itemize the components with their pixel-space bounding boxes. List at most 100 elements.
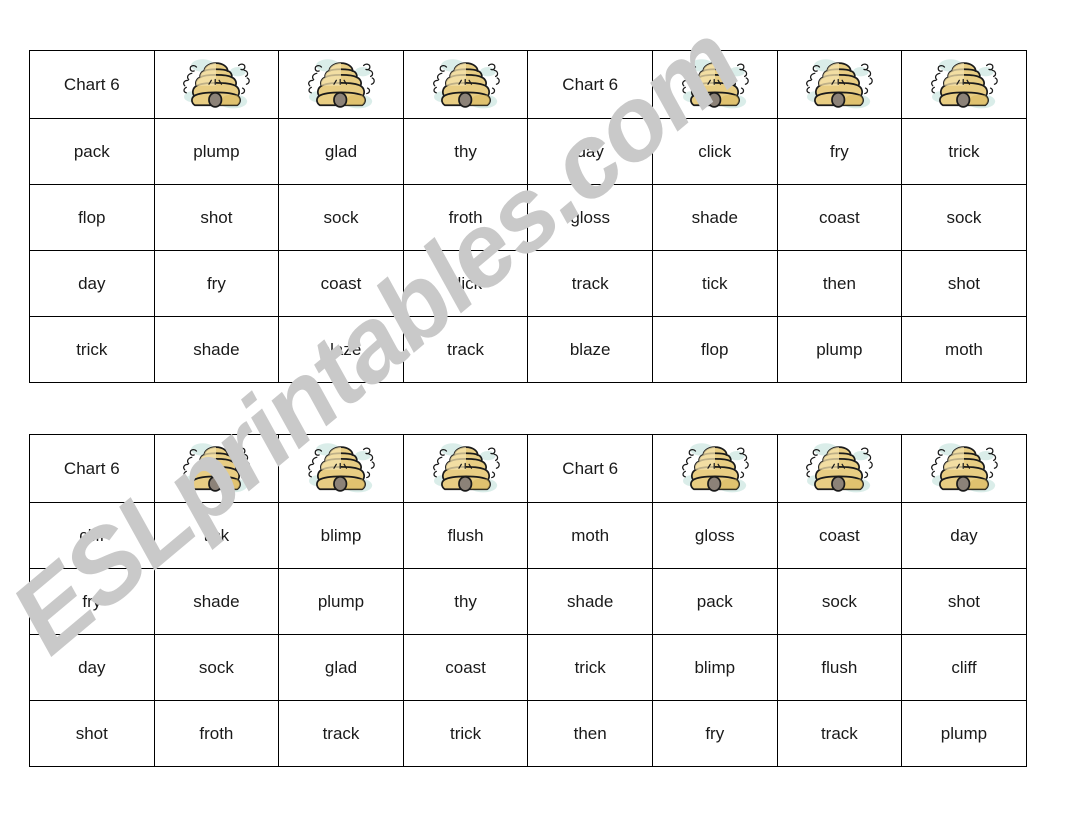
bingo-cell-word[interactable]: then bbox=[527, 700, 653, 767]
bingo-cell-word[interactable]: coast bbox=[402, 634, 529, 701]
bingo-cell-word[interactable]: froth bbox=[402, 184, 529, 251]
bingo-cell-word[interactable]: flush bbox=[776, 634, 903, 701]
bingo-cell-word[interactable]: track bbox=[402, 316, 529, 383]
bingo-cell-word[interactable]: day bbox=[527, 118, 653, 185]
bingo-cell-beehive[interactable] bbox=[776, 434, 903, 503]
bingo-cell-word[interactable]: shade bbox=[527, 568, 653, 635]
bingo-cell-word[interactable]: plump bbox=[776, 316, 903, 383]
beehive-icon bbox=[432, 58, 500, 108]
bingo-cell-word[interactable]: day bbox=[901, 502, 1027, 569]
bingo-cell-beehive[interactable] bbox=[901, 50, 1027, 119]
bingo-cell-word[interactable]: track bbox=[527, 250, 653, 317]
bingo-cell-word[interactable]: flop bbox=[651, 316, 778, 383]
bingo-cell-beehive[interactable] bbox=[278, 434, 404, 503]
bingo-cell-word[interactable]: track bbox=[278, 700, 404, 767]
bingo-cell-title[interactable]: Chart 6 bbox=[29, 434, 155, 503]
bingo-word-label: pack bbox=[696, 592, 733, 611]
bingo-word-label: coast bbox=[819, 526, 860, 545]
bingo-row: pack plump glad thy day click fry trick bbox=[29, 118, 1027, 185]
bingo-word-label: sock bbox=[323, 208, 359, 227]
bingo-cell-word[interactable]: moth bbox=[901, 316, 1027, 383]
bingo-cell-word[interactable]: thy bbox=[402, 118, 529, 185]
bingo-cell-beehive[interactable] bbox=[776, 50, 903, 119]
bingo-cell-word[interactable]: sock bbox=[153, 634, 280, 701]
bingo-cell-beehive[interactable] bbox=[402, 50, 529, 119]
bingo-word-label: fry bbox=[206, 274, 226, 293]
bingo-row: trick shade blaze track blaze flop plump moth bbox=[29, 316, 1027, 383]
bingo-word-label: trick bbox=[574, 658, 606, 677]
bingo-word-label: day bbox=[78, 658, 106, 677]
bingo-word-label: flop bbox=[78, 208, 106, 227]
bingo-word-label: blaze bbox=[320, 340, 362, 359]
bingo-cell-word[interactable]: fry bbox=[776, 118, 903, 185]
bingo-cell-title[interactable]: Chart 6 bbox=[29, 50, 155, 119]
bingo-cell-word[interactable]: fry bbox=[153, 250, 280, 317]
bingo-cell-word[interactable]: click bbox=[402, 250, 529, 317]
bingo-row: cliff tick blimp flush moth gloss coast day bbox=[29, 502, 1027, 569]
bingo-cell-word[interactable]: shade bbox=[153, 568, 280, 635]
bingo-cell-word[interactable]: blaze bbox=[278, 316, 404, 383]
bingo-cell-word[interactable]: trick bbox=[29, 316, 155, 383]
bingo-cell-word[interactable]: click bbox=[651, 118, 778, 185]
bingo-cell-word[interactable]: plump bbox=[278, 568, 404, 635]
bingo-cell-word[interactable]: sock bbox=[776, 568, 903, 635]
bingo-cell-word[interactable]: cliff bbox=[901, 634, 1027, 701]
bingo-cell-word[interactable]: cliff bbox=[29, 502, 155, 569]
bingo-cell-beehive[interactable] bbox=[278, 50, 404, 119]
bingo-cell-word[interactable]: fry bbox=[29, 568, 155, 635]
bingo-cell-word[interactable]: shot bbox=[901, 250, 1027, 317]
bingo-word-label: then bbox=[822, 274, 856, 293]
bingo-cell-beehive[interactable] bbox=[651, 50, 778, 119]
bingo-cell-word[interactable]: shade bbox=[651, 184, 778, 251]
bingo-cell-word[interactable]: trick bbox=[402, 700, 529, 767]
bingo-cell-word[interactable]: then bbox=[776, 250, 903, 317]
bingo-cell-word[interactable]: plump bbox=[901, 700, 1027, 767]
bingo-cell-word[interactable]: flop bbox=[29, 184, 155, 251]
bingo-cell-beehive[interactable] bbox=[153, 434, 280, 503]
bingo-cell-word[interactable]: tick bbox=[651, 250, 778, 317]
bingo-cell-word[interactable]: day bbox=[29, 250, 155, 317]
bingo-cell-beehive[interactable] bbox=[901, 434, 1027, 503]
bingo-row: shot froth track trick then fry track plump bbox=[29, 700, 1027, 767]
bingo-cell-word[interactable]: day bbox=[29, 634, 155, 701]
bingo-cell-word[interactable]: blaze bbox=[527, 316, 653, 383]
bingo-cell-word[interactable]: coast bbox=[776, 502, 903, 569]
bingo-cell-word[interactable]: moth bbox=[527, 502, 653, 569]
bingo-cell-word[interactable]: sock bbox=[901, 184, 1027, 251]
bingo-cell-word[interactable]: froth bbox=[153, 700, 280, 767]
bingo-cell-word[interactable]: shot bbox=[29, 700, 155, 767]
bingo-cell-word[interactable]: coast bbox=[278, 250, 404, 317]
bingo-cell-word[interactable]: pack bbox=[29, 118, 155, 185]
bingo-cell-word[interactable]: sock bbox=[278, 184, 404, 251]
bingo-row: day fry coast click track tick then shot bbox=[29, 250, 1027, 317]
bingo-cell-word[interactable]: gloss bbox=[527, 184, 653, 251]
bingo-cell-word[interactable]: coast bbox=[776, 184, 903, 251]
bingo-cell-title[interactable]: Chart 6 bbox=[527, 434, 653, 503]
bingo-cell-word[interactable]: shot bbox=[153, 184, 280, 251]
bingo-word-label: glad bbox=[324, 142, 358, 161]
bingo-cell-word[interactable]: pack bbox=[651, 568, 778, 635]
bingo-word-label: then bbox=[573, 724, 607, 743]
bingo-cell-word[interactable]: trick bbox=[527, 634, 653, 701]
bingo-word-label: trick bbox=[948, 142, 980, 161]
bingo-word-label: gloss bbox=[570, 208, 611, 227]
bingo-cell-word[interactable]: plump bbox=[153, 118, 280, 185]
bingo-cell-word[interactable]: thy bbox=[402, 568, 529, 635]
bingo-cell-word[interactable]: tick bbox=[153, 502, 280, 569]
bingo-cell-word[interactable]: glad bbox=[278, 634, 404, 701]
bingo-cell-title[interactable]: Chart 6 bbox=[527, 50, 653, 119]
bingo-cell-word[interactable]: shot bbox=[901, 568, 1027, 635]
bingo-cell-beehive[interactable] bbox=[651, 434, 778, 503]
bingo-cell-beehive[interactable] bbox=[153, 50, 280, 119]
bingo-cell-word[interactable]: gloss bbox=[651, 502, 778, 569]
bingo-cell-word[interactable]: trick bbox=[901, 118, 1027, 185]
bingo-cell-beehive[interactable] bbox=[402, 434, 529, 503]
bingo-cell-word[interactable]: blimp bbox=[651, 634, 778, 701]
bingo-cell-word[interactable]: glad bbox=[278, 118, 404, 185]
bingo-cell-word[interactable]: shade bbox=[153, 316, 280, 383]
bingo-cell-word[interactable]: flush bbox=[402, 502, 529, 569]
bingo-cell-word[interactable]: track bbox=[776, 700, 903, 767]
bingo-word-label: track bbox=[571, 274, 609, 293]
bingo-cell-word[interactable]: blimp bbox=[278, 502, 404, 569]
bingo-cell-word[interactable]: fry bbox=[651, 700, 778, 767]
